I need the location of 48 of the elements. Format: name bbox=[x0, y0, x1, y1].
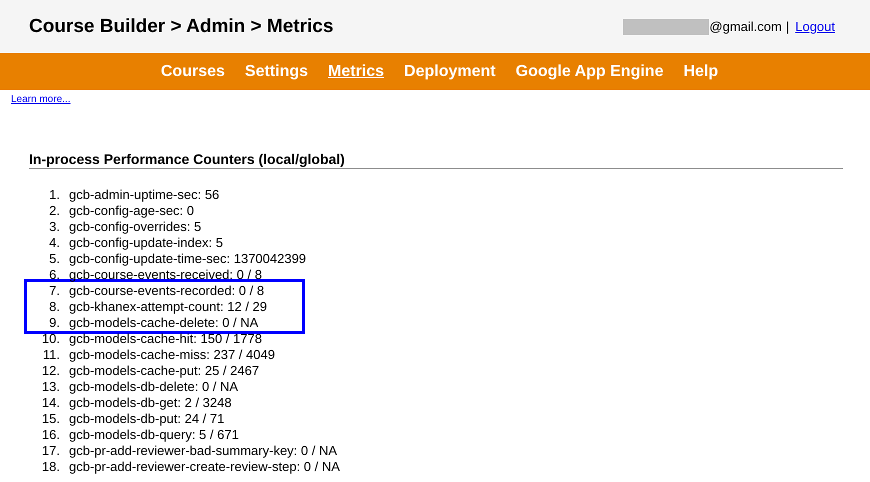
section-heading: In-process Performance Counters (local/global) bbox=[29, 151, 843, 169]
list-number: 18. bbox=[40, 459, 60, 475]
list-number: 11. bbox=[42, 347, 60, 363]
list-number: 5. bbox=[48, 251, 60, 267]
list-number: 1. bbox=[48, 187, 60, 203]
list-number: 3. bbox=[48, 219, 60, 235]
counter-text: gcb-models-cache-put: 25 / 2467 bbox=[69, 363, 260, 379]
list-number: 16. bbox=[40, 427, 60, 443]
counter-text: gcb-config-update-index: 5 bbox=[69, 235, 223, 251]
counter-text: gcb-config-age-sec: 0 bbox=[69, 203, 194, 219]
counter-text: gcb-course-events-recorded: 0 / 8 bbox=[69, 283, 264, 299]
counter-text: gcb-models-cache-miss: 237 / 4049 bbox=[69, 347, 275, 363]
counter-text: gcb-config-update-time-sec: 1370042399 bbox=[69, 251, 306, 267]
list-number: 10. bbox=[40, 331, 60, 347]
counter-text: gcb-models-db-delete: 0 / NA bbox=[69, 379, 238, 395]
counter-text: gcb-models-cache-hit: 150 / 1778 bbox=[69, 331, 262, 347]
nav-tab[interactable]: Google App Engine bbox=[516, 62, 664, 80]
nav-tab[interactable]: Settings bbox=[244, 62, 308, 80]
counter-text: gcb-pr-add-reviewer-create-review-step: 0 / NA bbox=[69, 459, 340, 475]
page-title: Course Builder > Admin > Metrics bbox=[29, 16, 334, 38]
list-number: 7. bbox=[48, 283, 60, 299]
counter-text: gcb-models-db-query: 5 / 671 bbox=[69, 427, 239, 443]
list-number: 4. bbox=[48, 235, 60, 251]
list-number: 14. bbox=[40, 395, 60, 411]
learn-more-link[interactable]: Learn more... bbox=[11, 94, 70, 105]
counter-text: gcb-admin-uptime-sec: 56 bbox=[69, 187, 220, 203]
list-number: 17. bbox=[40, 443, 60, 459]
separator: | bbox=[786, 19, 790, 34]
counter-text: gcb-pr-add-reviewer-bad-summary-key: 0 / NA bbox=[69, 443, 338, 459]
nav-tab[interactable]: Metrics bbox=[328, 62, 384, 80]
counter-text: gcb-models-cache-delete: 0 / NA bbox=[69, 315, 258, 331]
counter-text: gcb-models-db-put: 24 / 71 bbox=[69, 411, 224, 427]
list-number: 8. bbox=[48, 299, 60, 315]
list-number: 2. bbox=[48, 203, 60, 219]
list-number: 13. bbox=[40, 379, 60, 395]
logout-link[interactable]: Logout bbox=[795, 19, 835, 34]
counter-text: gcb-models-db-get: 2 / 3248 bbox=[69, 395, 232, 411]
nav-tab[interactable]: Help bbox=[683, 62, 718, 80]
counter-text: gcb-config-overrides: 5 bbox=[69, 219, 202, 235]
list-number: 6. bbox=[48, 267, 60, 283]
nav-tab[interactable]: Courses bbox=[160, 62, 225, 80]
nav-tab[interactable]: Deployment bbox=[404, 62, 496, 80]
counter-text: gcb-course-events-received: 0 / 8 bbox=[69, 267, 262, 283]
list-number: 15. bbox=[40, 411, 60, 427]
list-number: 9. bbox=[48, 315, 60, 331]
user-email: @gmail.com bbox=[709, 19, 782, 34]
list-number: 12. bbox=[40, 363, 60, 379]
counter-text: gcb-khanex-attempt-count: 12 / 29 bbox=[69, 299, 268, 315]
